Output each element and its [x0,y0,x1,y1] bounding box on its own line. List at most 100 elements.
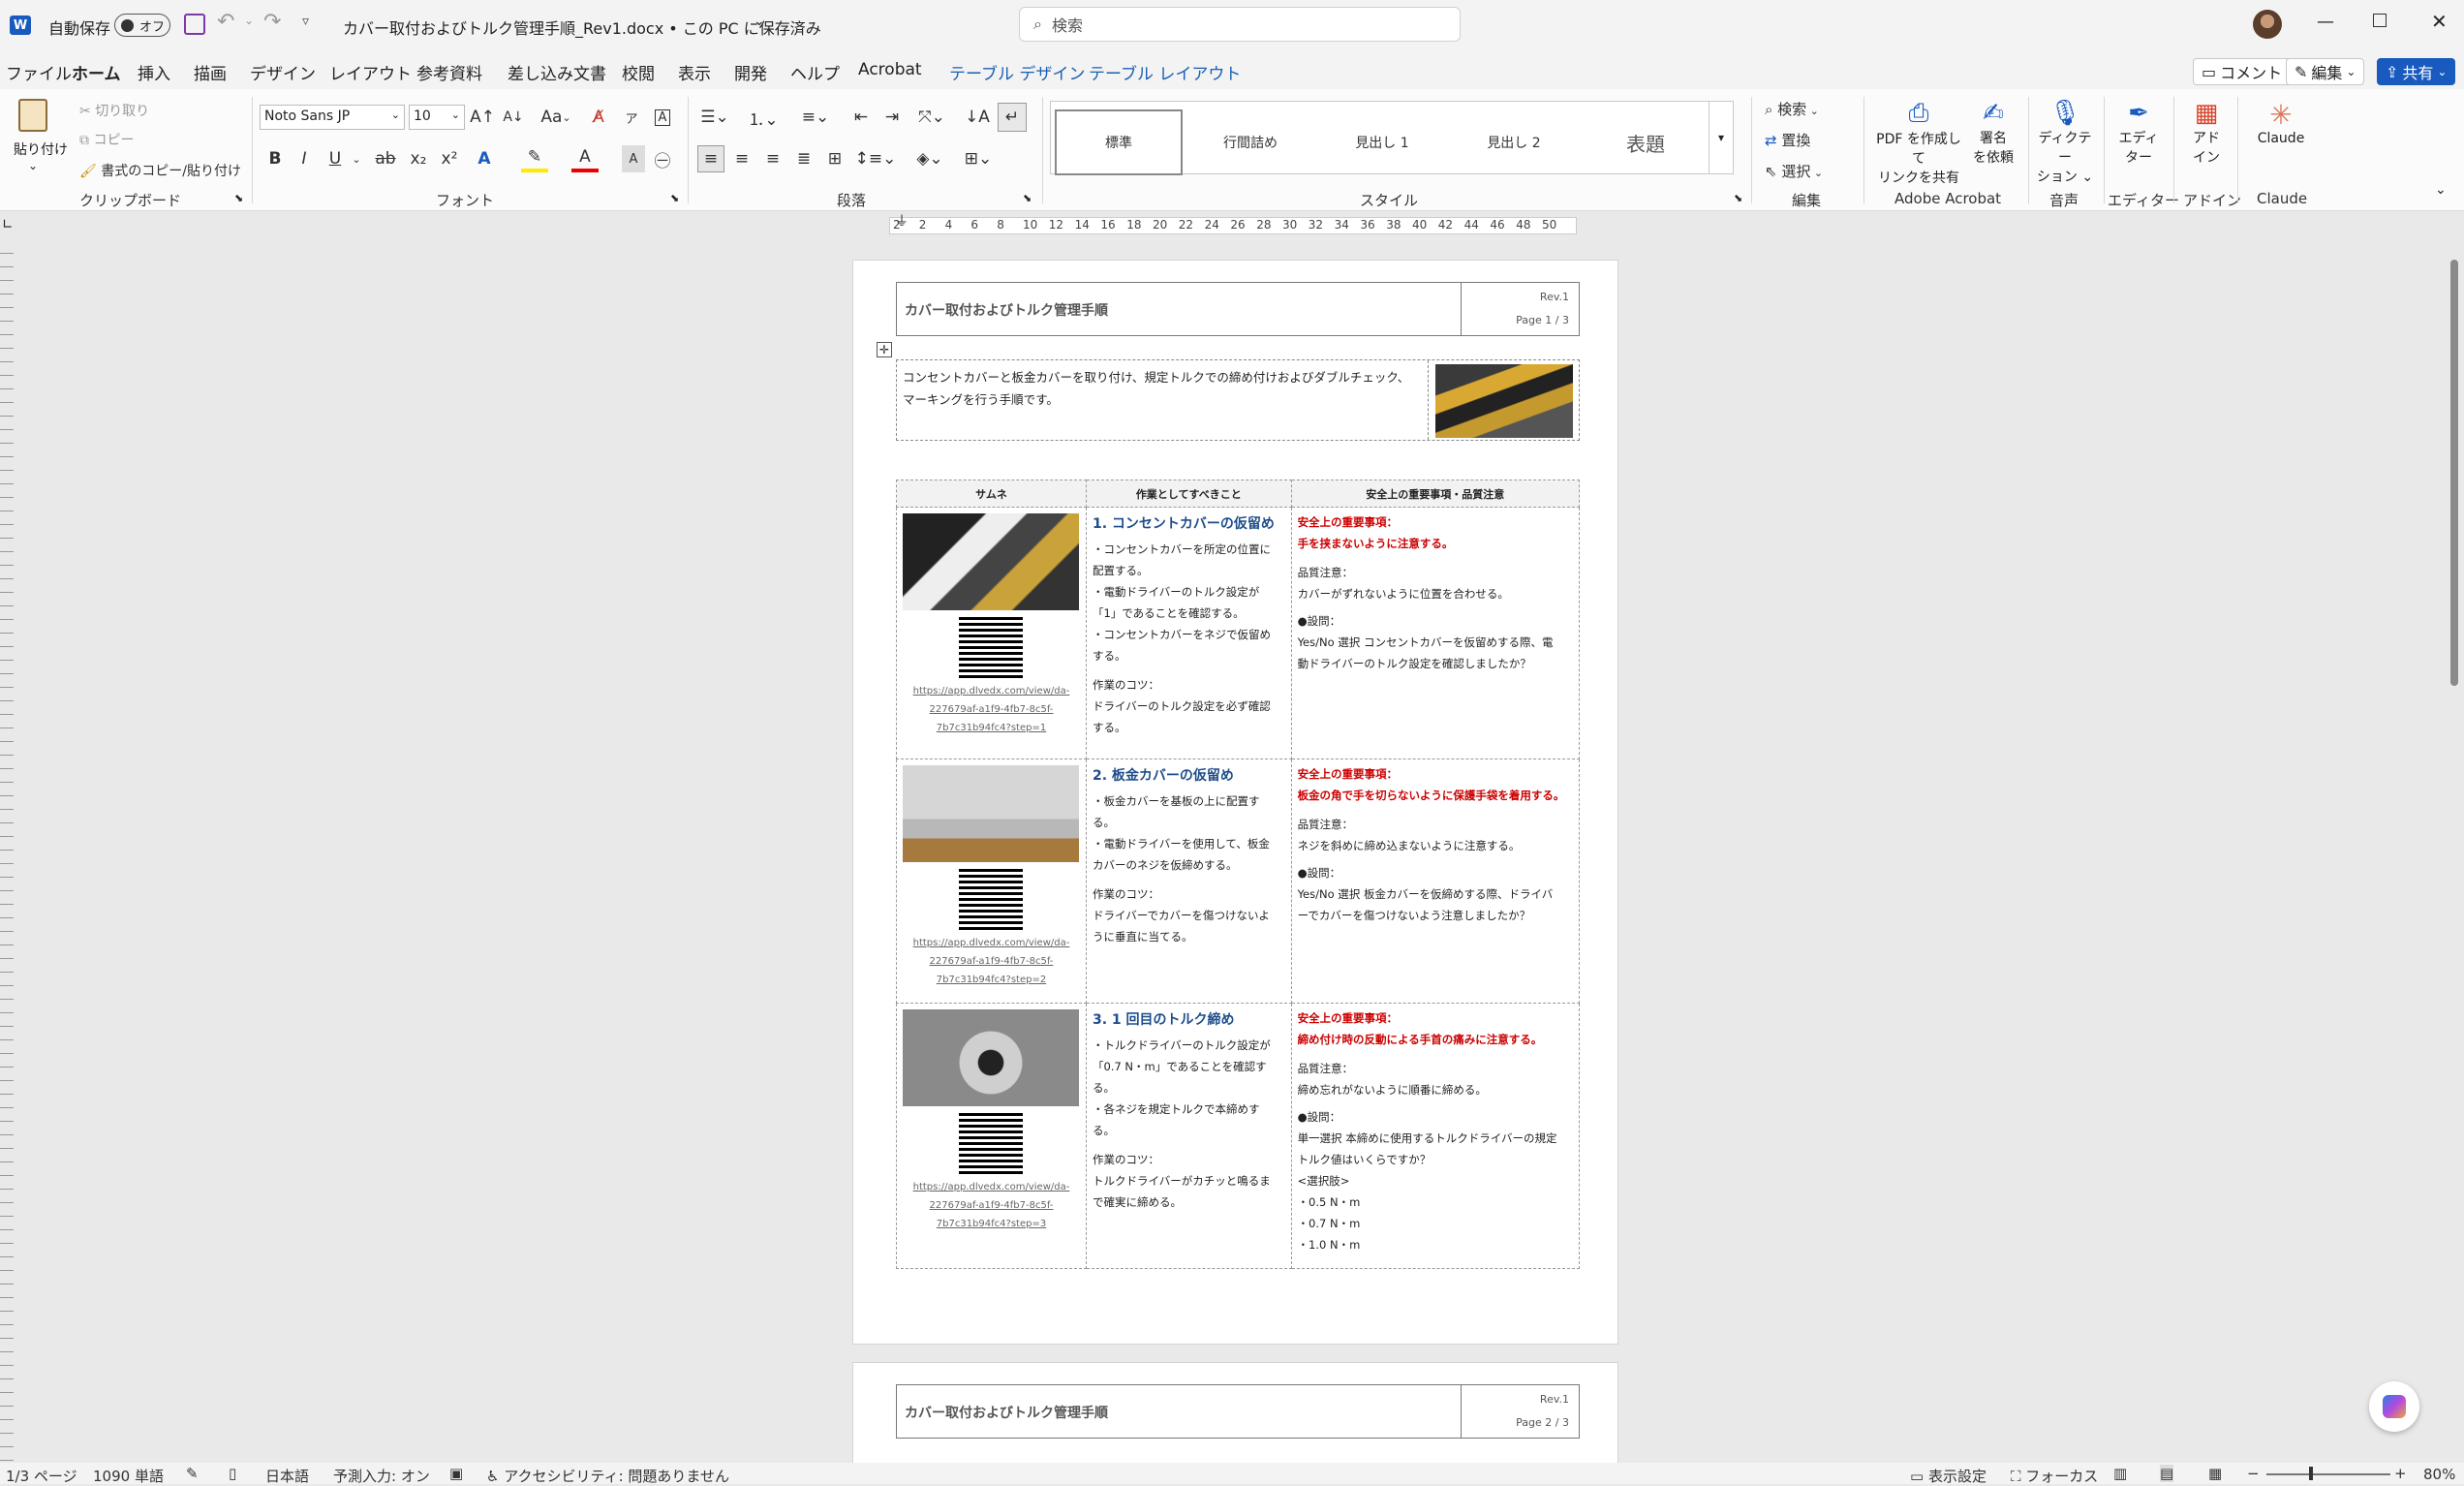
paragraph-launcher-icon[interactable]: ⬊ [1023,192,1032,204]
align-right-icon[interactable]: ≡ [759,145,786,172]
search-box[interactable]: ⌕ 検索 [1019,7,1461,42]
tab-references[interactable]: 参考資料 [416,60,482,84]
language[interactable]: 日本語 [265,1466,309,1486]
collapse-ribbon-icon[interactable]: ⌄ [2435,182,2447,198]
display-settings-button[interactable]: ▭ 表示設定 [1910,1466,1987,1486]
title-chevron-icon[interactable]: ⌄ [754,14,765,29]
addins-button[interactable]: ▦ アド イン [2183,99,2230,167]
macro-icon[interactable]: ▣ [449,1465,463,1482]
focus-button[interactable]: ⛶ フォーカス [2011,1466,2098,1486]
autosave-toggle[interactable]: オフ [114,14,170,37]
highlight-icon[interactable]: ✎ [521,145,548,172]
tab-review[interactable]: 校閲 [622,60,655,84]
zoom-slider-thumb[interactable] [2309,1467,2313,1480]
show-formatting-icon[interactable]: ↵ [998,103,1027,132]
sort-icon[interactable]: ↓A [965,105,990,130]
step-link[interactable]: https://app.dlvedx.com/view/da- 227679af-… [897,1178,1086,1233]
proofing-icon[interactable]: ✎ [186,1465,199,1482]
paragraph-shading-icon[interactable]: ◈⌄ [910,145,949,172]
tab-draw[interactable]: 描画 [194,60,227,84]
shrink-font-icon[interactable]: A↓ [502,105,525,130]
tab-layout[interactable]: レイアウト [329,60,412,84]
redo-icon[interactable]: ↷ [263,10,281,34]
edit-mode-button[interactable]: ✎ 編集 ⌄ [2286,58,2365,85]
styles-expand-button[interactable]: ▾ [1709,101,1734,174]
undo-icon[interactable]: ↶ [217,10,234,34]
justify-icon[interactable]: ≣ [790,145,817,172]
grow-font-icon[interactable]: A↑ [470,105,495,130]
vertical-scrollbar[interactable] [2450,260,2458,686]
read-mode-icon[interactable]: ▥ [2113,1465,2127,1482]
tab-table-design[interactable]: テーブル デザイン [949,60,1085,84]
zoom-level[interactable]: 80% [2423,1466,2455,1483]
styles-launcher-icon[interactable]: ⬊ [1734,192,1742,204]
step-link[interactable]: https://app.dlvedx.com/view/da- 227679af-… [897,682,1086,737]
print-layout-icon[interactable]: ▤ [2160,1465,2174,1482]
change-case-button[interactable]: Aa ⌄ [537,105,575,130]
font-name-select[interactable]: Noto Sans JP ⌄ [260,105,405,130]
word-count[interactable]: 1090 単語 [93,1466,164,1486]
borders-icon[interactable]: ⊞⌄ [959,145,998,172]
copy-button[interactable]: ⧉ コピー [79,130,134,149]
phonetic-guide-icon[interactable]: ア [620,105,643,130]
clipboard-launcher-icon[interactable]: ⬊ [234,192,243,204]
editor-button[interactable]: ✒ エディ ター [2111,99,2166,167]
clear-formatting-icon[interactable]: A̸ [587,105,610,130]
tab-mailings[interactable]: 差し込み文書 [508,60,606,84]
character-border-icon[interactable]: A [651,105,674,130]
web-layout-icon[interactable]: ▦ [2208,1465,2222,1482]
font-launcher-icon[interactable]: ⬊ [670,192,679,204]
tab-acrobat[interactable]: Acrobat [858,60,922,79]
document-page-1[interactable]: カバー取付およびトルク管理手順 Rev.1 Page 1 / 3 ✛ コンセント… [852,260,1618,1345]
text-predictions[interactable]: 予測入力: オン [333,1466,430,1486]
increase-indent-icon[interactable]: ⇥ [879,105,905,130]
strikethrough-icon[interactable]: ab [372,145,399,172]
align-left-icon[interactable]: ≡ [697,145,724,172]
table-move-handle-icon[interactable]: ✛ [877,342,892,357]
close-icon[interactable]: ✕ [2431,10,2448,33]
customize-qat-icon[interactable]: ▿ [302,14,309,29]
dictate-button[interactable]: 🎙 ディクテー ション ⌄ [2034,99,2096,186]
tab-table-layout[interactable]: テーブル レイアウト [1089,60,1241,84]
tab-view[interactable]: 表示 [678,60,711,84]
italic-icon[interactable]: I [293,145,316,172]
multilevel-list-icon[interactable]: ≡⌄ [798,105,833,130]
tab-design[interactable]: デザイン [250,60,316,84]
restore-icon[interactable] [2373,14,2387,27]
claude-button[interactable]: ✳ Claude [2247,99,2315,146]
underline-icon[interactable]: U [323,145,347,172]
avatar[interactable] [2253,10,2282,39]
tab-help[interactable]: ヘルプ [790,60,840,84]
find-button[interactable]: ⌕ 検索 ⌄ [1765,99,1819,119]
bullets-icon[interactable]: ☰⌄ [697,105,732,130]
book-icon[interactable]: ▯ [229,1465,236,1482]
replace-button[interactable]: ⇄ 置換 [1765,130,1810,150]
zoom-out-icon[interactable]: − [2247,1465,2260,1482]
document-area[interactable]: カバー取付およびトルク管理手順 Rev.1 Page 1 / 3 ✛ コンセント… [0,240,2464,1463]
line-spacing-icon[interactable]: ↕≡⌄ [855,145,897,172]
tab-selector-icon[interactable]: ∟ [2,217,14,232]
undo-dropdown-icon[interactable]: ⌄ [244,14,254,27]
numbering-icon[interactable]: ⒈⌄ [746,105,781,130]
save-icon[interactable] [184,14,205,35]
zoom-slider[interactable] [2266,1473,2390,1475]
style-no-spacing[interactable]: 行間詰め [1186,109,1314,175]
select-button[interactable]: ⇖ 選択 ⌄ [1765,161,1823,181]
style-title[interactable]: 表題 [1582,109,1709,175]
tab-file[interactable]: ファイル [6,60,72,84]
zoom-in-icon[interactable]: + [2394,1465,2407,1482]
share-button[interactable]: ⇪ 共有 ⌄ [2377,58,2456,85]
font-size-select[interactable]: 10 ⌄ [409,105,465,130]
distributed-icon[interactable]: ⊞ [821,145,848,172]
format-painter-button[interactable]: 🖌 書式のコピー/貼り付け [79,161,241,180]
step-link[interactable]: https://app.dlvedx.com/view/da- 227679af-… [897,934,1086,989]
horizontal-ruler[interactable]: 2 2 4 6 8 10 12 14 16 18 20 22 24 26 28 30 32 34 36 38 40 42 4… [0,211,2464,240]
accessibility-status[interactable]: ♿ アクセシビリティ: 問題ありません [486,1466,729,1486]
minimize-icon[interactable]: — [2317,12,2334,32]
tab-developer[interactable]: 開発 [734,60,767,84]
enclose-characters-icon[interactable]: ㊀ [651,145,674,172]
document-title[interactable]: カバー取付およびトルク管理手順_Rev1.docx • この PC に保存済み [343,15,821,39]
style-heading1[interactable]: 見出し 1 [1318,109,1446,175]
left-indent-marker[interactable]: ⏚ [895,211,909,231]
page-count[interactable]: 1/3 ページ [6,1466,77,1486]
